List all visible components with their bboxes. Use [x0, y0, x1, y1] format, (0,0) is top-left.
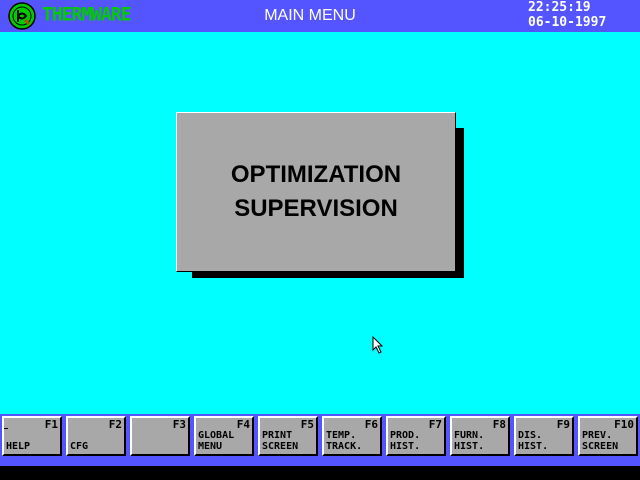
fkey-label-line-2: SCREEN: [262, 441, 299, 452]
focus-marker: [4, 428, 8, 429]
fkey-label-line-2: HIST.: [518, 441, 549, 452]
page-title: MAIN MENU: [264, 7, 356, 24]
title-bar: THERMWARE MAIN MENU 22:25:19 06-10-1997: [0, 0, 640, 32]
f1-help-button[interactable]: F1 HELP: [2, 416, 62, 456]
optimization-supervision-button[interactable]: OPTIMIZATION SUPERVISION: [176, 112, 456, 272]
fkey-label-line-2: MENU: [198, 441, 223, 452]
fkey-label-line-1: TEMP.: [326, 430, 357, 441]
menu-option-line-1: OPTIMIZATION: [230, 161, 402, 188]
thermware-logo-icon: [8, 2, 36, 30]
f3-button[interactable]: F3: [130, 416, 190, 456]
time-display: 22:25:19: [528, 0, 591, 15]
date-display: 06-10-1997: [528, 15, 607, 30]
fkey-number: F3: [172, 418, 186, 431]
fkey-label-line-1: PREV.: [582, 430, 613, 441]
fkey-number: F4: [236, 418, 250, 431]
f10-prev-screen-button[interactable]: F10 PREV. SCREEN: [578, 416, 638, 456]
fkey-label: HELP: [6, 441, 31, 452]
f4-global-menu-button[interactable]: F4 GLOBAL MENU: [194, 416, 254, 456]
fkey-number: F10: [614, 418, 634, 431]
fkey-number: F5: [300, 418, 314, 431]
fkey-label-line-1: FURN.: [454, 430, 485, 441]
f7-prod-hist-button[interactable]: F7 PROD. HIST.: [386, 416, 446, 456]
fkey-number: F9: [556, 418, 570, 431]
fkey-label-line-2: HIST.: [454, 441, 485, 452]
fkey-label-line-1: PROD.: [390, 430, 421, 441]
fkey-number: F1: [44, 418, 58, 431]
fkey-label-line-2: TRACK.: [326, 441, 363, 452]
bottom-border: [0, 466, 640, 480]
fkey-number: F6: [364, 418, 378, 431]
clock: 22:25:19 06-10-1997: [528, 0, 606, 30]
f5-print-screen-button[interactable]: F5 PRINT SCREEN: [258, 416, 318, 456]
fkey-label-line-2: HIST.: [390, 441, 421, 452]
f8-furn-hist-button[interactable]: F8 FURN. HIST.: [450, 416, 510, 456]
fkey-label: CFG: [70, 441, 89, 452]
f6-temp-track-button[interactable]: F6 TEMP. TRACK.: [322, 416, 382, 456]
fkey-label-line-1: GLOBAL: [198, 430, 235, 441]
fkey-number: F2: [108, 418, 122, 431]
fkey-label-line-1: DIS.: [518, 430, 543, 441]
menu-option-line-2: SUPERVISION: [234, 195, 398, 222]
mouse-pointer-icon: [372, 336, 384, 354]
fkey-number: F7: [428, 418, 442, 431]
fkey-label-line-1: PRINT: [262, 430, 293, 441]
logo-text: THERMWARE: [42, 3, 132, 26]
f9-dis-hist-button[interactable]: F9 DIS. HIST.: [514, 416, 574, 456]
fkey-number: F8: [492, 418, 506, 431]
fkey-label-line-2: SCREEN: [582, 441, 619, 452]
f2-cfg-button[interactable]: F2 CFG: [66, 416, 126, 456]
